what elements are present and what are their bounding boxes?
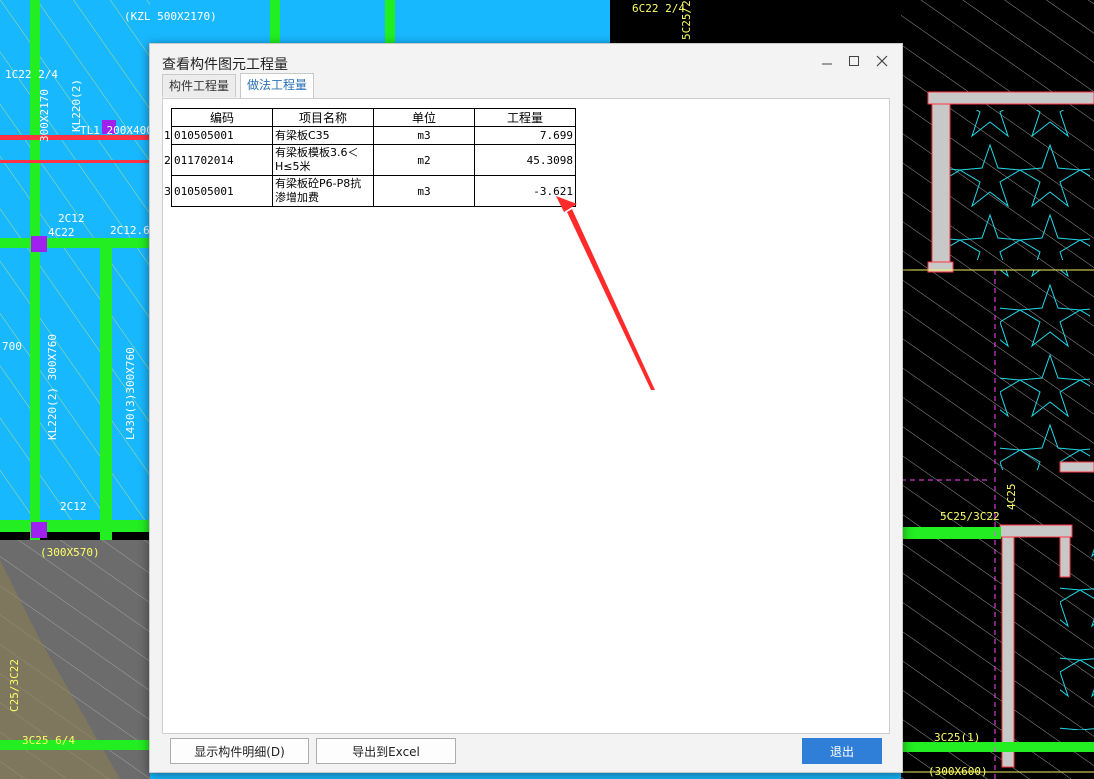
table-row[interactable]: 1 010505001 有梁板C35 m3 7.699: [164, 126, 576, 145]
cad-label: (300X600): [928, 765, 988, 778]
close-button[interactable]: [869, 50, 895, 72]
minimize-icon: [822, 63, 832, 65]
dialog-title: 查看构件图元工程量: [162, 57, 288, 73]
row-number: 1: [164, 126, 172, 145]
cell-unit[interactable]: m3: [373, 175, 475, 207]
method-quantity-panel: 编码 项目名称 单位 工程量 1 010505001 有梁板C35 m3 7.6…: [162, 98, 890, 734]
maximize-button[interactable]: [841, 50, 867, 72]
cell-quantity[interactable]: 7.699: [474, 126, 576, 145]
cad-label: 5C25/3C22: [940, 510, 1000, 523]
cell-name[interactable]: 有梁板模板3.6＜H≤5米: [272, 144, 374, 176]
table-row[interactable]: 3 010505001 有梁板砼P6-P8抗渗增加费 m3 -3.621: [164, 175, 576, 207]
cell-code[interactable]: 010505001: [171, 126, 273, 145]
tab-component-quantity[interactable]: 构件工程量: [162, 74, 237, 97]
column-header-name[interactable]: 项目名称: [272, 108, 374, 127]
export-excel-button[interactable]: 导出到Excel: [316, 738, 456, 764]
quantity-table: 编码 项目名称 单位 工程量 1 010505001 有梁板C35 m3 7.6…: [164, 108, 576, 207]
column-header-quantity[interactable]: 工程量: [474, 108, 576, 127]
table-header-row: 编码 项目名称 单位 工程量: [164, 108, 576, 127]
cad-label: 2C12.6: [110, 224, 150, 237]
column-header-code[interactable]: 编码: [171, 108, 273, 127]
cad-label: 2C12: [60, 500, 87, 513]
cad-label: 1C22 2/4: [5, 68, 58, 81]
cell-unit[interactable]: m3: [373, 126, 475, 145]
cad-label: 5C25/2C20: [680, 0, 693, 40]
cad-label: 3C25(1): [934, 731, 980, 744]
cell-quantity[interactable]: -3.621: [474, 175, 576, 207]
exit-button[interactable]: 退出: [802, 738, 882, 764]
cad-label: TL1 200X400: [80, 124, 153, 137]
cad-label: 2C12: [58, 212, 85, 225]
minimize-button[interactable]: [814, 50, 840, 72]
quantity-dialog: 查看构件图元工程量 构件工程量 做法工程量 编码 项目名称 单位 工程量 1 0…: [149, 43, 903, 773]
cad-label: 300X2170: [38, 89, 51, 142]
close-icon: [876, 55, 888, 67]
cell-name[interactable]: 有梁板C35: [272, 126, 374, 145]
cell-code[interactable]: 010505001: [171, 175, 273, 207]
button-bar: 显示构件明细(D) 导出到Excel 退出: [150, 736, 902, 770]
tab-method-quantity[interactable]: 做法工程量: [240, 73, 315, 98]
row-number: 2: [164, 144, 172, 176]
row-number: 3: [164, 175, 172, 207]
cad-label: 700: [2, 340, 22, 353]
table-row[interactable]: 2 011702014 有梁板模板3.6＜H≤5米 m2 45.3098: [164, 144, 576, 176]
cad-label: L430(3)300X760: [124, 347, 137, 440]
cell-unit[interactable]: m2: [373, 144, 475, 176]
cad-label: 3C25 6/4: [22, 734, 75, 747]
cad-label: (KZL 500X2170): [124, 10, 217, 23]
cell-quantity[interactable]: 45.3098: [474, 144, 576, 176]
cad-label: KL220(2) 300X760: [46, 334, 59, 440]
row-number-header: [164, 108, 172, 127]
cad-label: (300X570): [40, 546, 100, 559]
maximize-icon: [849, 56, 859, 66]
cad-label: 4C22: [48, 226, 75, 239]
cell-code[interactable]: 011702014: [171, 144, 273, 176]
cad-label: C25/3C22: [8, 659, 21, 712]
column-header-unit[interactable]: 单位: [373, 108, 475, 127]
dialog-titlebar[interactable]: 查看构件图元工程量: [150, 44, 902, 76]
show-detail-button[interactable]: 显示构件明细(D): [170, 738, 309, 764]
cad-label: 6C22 2/4: [632, 2, 685, 15]
cad-label: 4C25: [1005, 484, 1018, 511]
cell-name[interactable]: 有梁板砼P6-P8抗渗增加费: [272, 175, 374, 207]
